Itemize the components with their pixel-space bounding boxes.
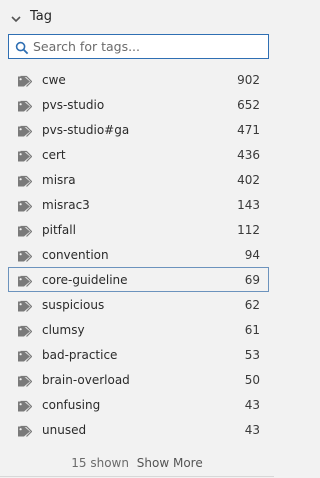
tag-row[interactable]: misra 402 <box>8 167 269 192</box>
tag-icon <box>17 123 33 137</box>
tag-label: unused <box>42 422 87 437</box>
tag-row[interactable]: pvs-studio 652 <box>8 92 269 117</box>
tag-icon <box>17 148 33 162</box>
tag-row[interactable]: pitfall 112 <box>8 217 269 242</box>
tag-count: 53 <box>244 347 260 362</box>
chevron-down-icon[interactable] <box>10 10 22 23</box>
tag-label: suspicious <box>42 297 105 312</box>
tag-label: convention <box>42 247 109 262</box>
tag-list: cwe 902 pvs-studio 652 pvs-studio#ga 471 cert 4… <box>8 67 269 442</box>
tag-count: 902 <box>237 72 260 87</box>
tag-icon <box>17 98 33 112</box>
tag-icon <box>17 173 33 187</box>
tag-row[interactable]: bad-practice 53 <box>8 342 269 367</box>
list-footer: 15 shown Show More <box>0 456 274 470</box>
tag-row[interactable]: cert 436 <box>8 142 269 167</box>
tag-row[interactable]: clumsy 61 <box>8 317 269 342</box>
tag-icon <box>17 298 33 312</box>
tag-label: brain-overload <box>42 372 130 387</box>
tag-row[interactable]: misrac3 143 <box>8 192 269 217</box>
tag-icon <box>17 423 33 437</box>
tag-label: cert <box>42 147 66 162</box>
tag-label: pitfall <box>42 222 76 237</box>
tag-label: core-guideline <box>42 272 128 287</box>
tag-label: misra <box>42 172 76 187</box>
tag-icon <box>17 223 33 237</box>
tag-icon <box>17 373 33 387</box>
tag-count: 112 <box>237 222 260 237</box>
tag-count: 652 <box>237 97 260 112</box>
tag-row[interactable]: brain-overload 50 <box>8 367 269 392</box>
tag-label: bad-practice <box>42 347 118 362</box>
search-icon <box>15 40 29 54</box>
tag-row[interactable]: cwe 902 <box>8 67 269 92</box>
tag-icon <box>17 248 33 262</box>
tag-count: 402 <box>237 172 260 187</box>
shown-count-text: 15 shown <box>71 456 129 470</box>
tag-label: misrac3 <box>42 197 90 212</box>
tag-label: confusing <box>42 397 101 412</box>
tag-count: 61 <box>244 322 260 337</box>
tag-row[interactable]: unused 43 <box>8 417 269 442</box>
tag-facet-panel: Tag cwe902pvs-studio652pvs-studio#ga471c… <box>0 0 274 478</box>
tag-row[interactable]: pvs-studio#ga 471 <box>8 117 269 142</box>
tag-icon <box>17 198 33 212</box>
tag-section-header[interactable]: Tag <box>10 6 52 26</box>
tag-label: pvs-studio <box>42 97 105 112</box>
tag-label: clumsy <box>42 322 85 337</box>
tag-row[interactable]: confusing 43 <box>8 392 269 417</box>
tag-search-box[interactable] <box>8 34 269 59</box>
tag-icon <box>17 273 33 287</box>
tag-label: cwe <box>42 72 66 87</box>
tag-count: 94 <box>244 247 260 262</box>
tag-count: 43 <box>244 422 260 437</box>
tag-icon <box>17 348 33 362</box>
tag-row[interactable]: convention 94 <box>8 242 269 267</box>
tag-row[interactable]: suspicious 62 <box>8 292 269 317</box>
tag-count: 43 <box>244 397 260 412</box>
tag-count: 69 <box>244 272 260 287</box>
tag-row[interactable]: core-guideline 69 <box>8 267 269 292</box>
tag-count: 471 <box>237 122 260 137</box>
tag-label: pvs-studio#ga <box>42 122 130 137</box>
tag-count: 436 <box>237 147 260 162</box>
tag-search-input[interactable] <box>33 39 253 54</box>
divider <box>0 476 274 477</box>
tag-count: 143 <box>237 197 260 212</box>
tag-icon <box>17 323 33 337</box>
show-more-link[interactable]: Show More <box>137 456 203 470</box>
tag-icon <box>17 398 33 412</box>
tag-icon <box>17 73 33 87</box>
tag-count: 62 <box>244 297 260 312</box>
tag-count: 50 <box>244 372 260 387</box>
section-title: Tag <box>30 8 53 24</box>
